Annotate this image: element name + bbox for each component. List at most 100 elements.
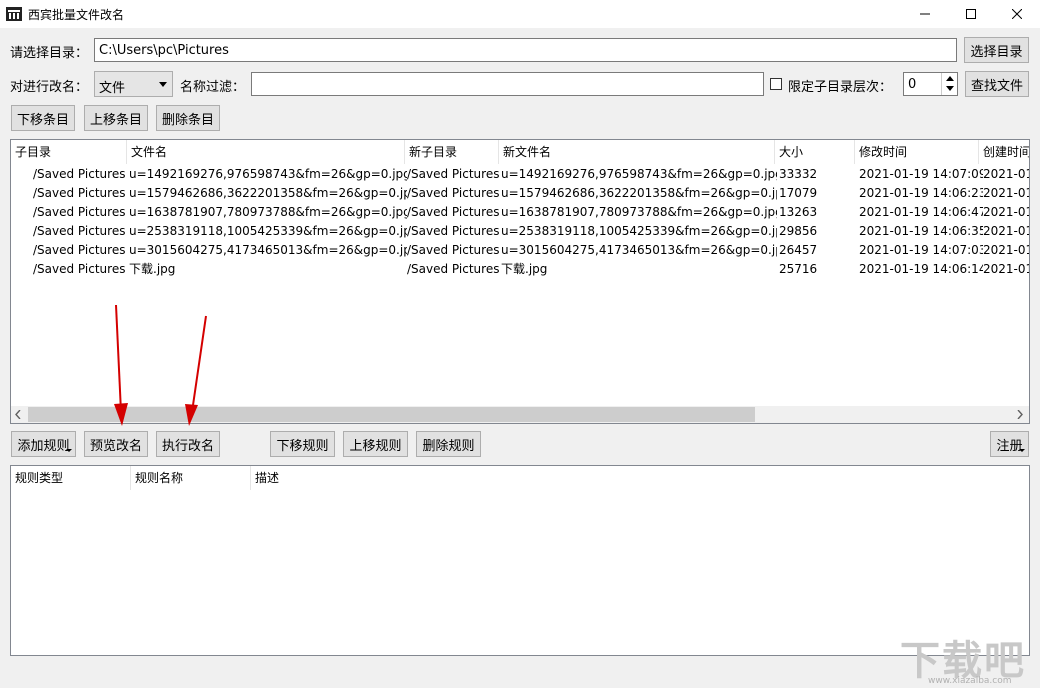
header-created[interactable]: 创建时间: [979, 140, 1029, 164]
move-item-down-button[interactable]: 下移条目: [11, 105, 75, 131]
move-rule-up-button[interactable]: 上移规则: [343, 431, 408, 457]
table-cell: 下载.jpg: [501, 262, 548, 276]
table-cell: 2021-01-19 14:06:35: [859, 224, 983, 238]
table-cell: u=1579462686,3622201358&fm=26&gp=0.jpg: [129, 186, 407, 200]
table-cell: /Saved Pictures: [407, 224, 500, 238]
table-cell: 2021-01: [983, 224, 1030, 238]
name-filter-input[interactable]: [251, 72, 764, 96]
table-cell: u=2538319118,1005425339&fm=26&gp=0.jpg: [501, 224, 777, 238]
choose-directory-button[interactable]: 选择目录: [964, 37, 1029, 63]
table-cell: u=1638781907,780973788&fm=26&gp=0.jpg: [501, 205, 777, 219]
spin-up-icon[interactable]: [946, 76, 954, 81]
maximize-icon: [966, 9, 976, 19]
preview-rename-button[interactable]: 预览改名: [84, 431, 148, 457]
minimize-button[interactable]: [902, 0, 948, 28]
table-cell: /Saved Pictures: [407, 167, 500, 181]
table-cell: u=1579462686,3622201358&fm=26&gp=0.jpg: [501, 186, 777, 200]
header-new-subdir[interactable]: 新子目录: [405, 140, 499, 164]
rename-target-value: 文件: [99, 81, 126, 96]
table-cell: u=3015604275,4173465013&fm=26&gp=0.jpg: [129, 243, 407, 257]
table-cell: u=1638781907,780973788&fm=26&gp=0.jpg: [129, 205, 407, 219]
table-cell: /Saved Pictures: [33, 167, 126, 181]
find-files-button[interactable]: 查找文件: [965, 71, 1029, 97]
minimize-icon: [920, 13, 930, 15]
rename-target-select[interactable]: 文件: [94, 71, 173, 97]
table-cell: 33332: [779, 167, 818, 181]
table-row[interactable]: /Saved Pictures u=1492169276,976598743&fm…: [11, 165, 1029, 184]
table-cell: /Saved Pictures: [33, 224, 126, 238]
table-cell: 2021-01: [983, 205, 1030, 219]
rules-table[interactable]: 规则类型 规则名称 描述: [10, 465, 1030, 656]
table-cell: 2021-01: [983, 262, 1030, 276]
header-subdir[interactable]: 子目录: [11, 140, 127, 164]
close-icon: [1012, 9, 1022, 19]
table-cell: /Saved Pictures: [33, 186, 126, 200]
execute-rename-button[interactable]: 执行改名: [156, 431, 220, 457]
table-cell: /Saved Pictures: [407, 205, 500, 219]
header-rule-type[interactable]: 规则类型: [11, 466, 131, 490]
table-cell: 2021-01: [983, 243, 1030, 257]
scroll-left-icon[interactable]: [15, 410, 21, 419]
table-cell: /Saved Pictures: [407, 243, 500, 257]
spin-down-icon[interactable]: [946, 86, 954, 91]
header-size[interactable]: 大小: [775, 140, 855, 164]
rename-target-label: 对进行改名：: [10, 80, 89, 95]
spinner-arrows[interactable]: [941, 73, 958, 95]
horizontal-scrollbar[interactable]: [11, 406, 1029, 423]
header-description[interactable]: 描述: [251, 466, 371, 490]
table-cell: 13263: [779, 205, 818, 219]
delete-item-button[interactable]: 删除条目: [156, 105, 220, 131]
files-table-body: /Saved Pictures u=1492169276,976598743&fm…: [11, 165, 1030, 405]
add-rule-button[interactable]: 添加规则: [11, 431, 76, 457]
delete-rule-button[interactable]: 删除规则: [416, 431, 481, 457]
table-cell: /Saved Pictures: [33, 262, 126, 276]
register-button[interactable]: 注册: [990, 431, 1029, 457]
table-row[interactable]: /Saved Pictures u=2538319118,1005425339&f…: [11, 222, 1030, 241]
table-cell: 17079: [779, 186, 818, 200]
table-cell: /Saved Pictures: [33, 243, 126, 257]
header-new-filename[interactable]: 新文件名: [499, 140, 775, 164]
table-cell: 2021-01-19 14:06:23: [859, 186, 983, 200]
table-cell: 26457: [779, 243, 818, 257]
watermark-url: www.xiazaiba.com: [928, 676, 1012, 686]
table-cell: u=3015604275,4173465013&fm=26&gp=0.jpg: [501, 243, 777, 257]
table-cell: /Saved Pictures: [407, 262, 500, 276]
table-row[interactable]: /Saved Pictures u=1638781907,780973788&fm…: [11, 203, 1030, 222]
files-table-header: 子目录 文件名 新子目录 新文件名 大小 修改时间 创建时间: [11, 140, 1029, 164]
files-table[interactable]: 子目录 文件名 新子目录 新文件名 大小 修改时间 创建时间 /Saved Pi…: [10, 139, 1030, 424]
limit-depth-value: 0: [908, 76, 917, 92]
header-modified[interactable]: 修改时间: [855, 140, 979, 164]
directory-input[interactable]: C:\Users\pc\Pictures: [94, 38, 957, 62]
table-cell: 2021-01: [983, 186, 1030, 200]
table-cell: u=1492169276,976598743&fm=26&gp=0.jpg: [129, 167, 407, 181]
table-cell: 2021-01-19 14:07:09: [859, 167, 983, 181]
table-cell: 25716: [779, 262, 818, 276]
scrollbar-thumb[interactable]: [28, 407, 755, 422]
window-title: 西宾批量文件改名: [28, 8, 125, 22]
limit-subdir-checkbox[interactable]: [770, 78, 782, 90]
scroll-right-icon[interactable]: [1017, 410, 1023, 419]
table-cell: /Saved Pictures: [33, 205, 126, 219]
table-cell: 2021-01-19 14:06:14: [859, 262, 983, 276]
move-item-up-button[interactable]: 上移条目: [84, 105, 148, 131]
table-cell: u=2538319118,1005425339&fm=26&gp=0.jpg: [129, 224, 407, 238]
chevron-down-icon: [159, 82, 167, 87]
directory-label: 请选择目录：: [10, 46, 89, 61]
app-icon: [6, 7, 22, 21]
header-rule-name[interactable]: 规则名称: [131, 466, 251, 490]
title-bar: 西宾批量文件改名: [0, 0, 1040, 28]
maximize-button[interactable]: [948, 0, 994, 28]
header-filename[interactable]: 文件名: [127, 140, 405, 164]
table-cell: 29856: [779, 224, 818, 238]
close-button[interactable]: [994, 0, 1040, 28]
table-cell: 下载.jpg: [129, 262, 176, 276]
move-rule-down-button[interactable]: 下移规则: [270, 431, 335, 457]
table-cell: 2021-01-19 14:07:03: [859, 243, 983, 257]
limit-subdir-label: 限定子目录层次：: [788, 80, 893, 95]
name-filter-label: 名称过滤：: [180, 80, 246, 95]
table-row[interactable]: /Saved Pictures u=1579462686,3622201358&f…: [11, 184, 1030, 203]
table-cell: /Saved Pictures: [407, 186, 500, 200]
table-row[interactable]: /Saved Pictures 下载.jpg/Saved Pictures 下载.j…: [11, 260, 1030, 279]
table-row[interactable]: /Saved Pictures u=3015604275,4173465013&f…: [11, 241, 1030, 260]
table-cell: u=1492169276,976598743&fm=26&gp=0.jpg: [501, 167, 777, 181]
